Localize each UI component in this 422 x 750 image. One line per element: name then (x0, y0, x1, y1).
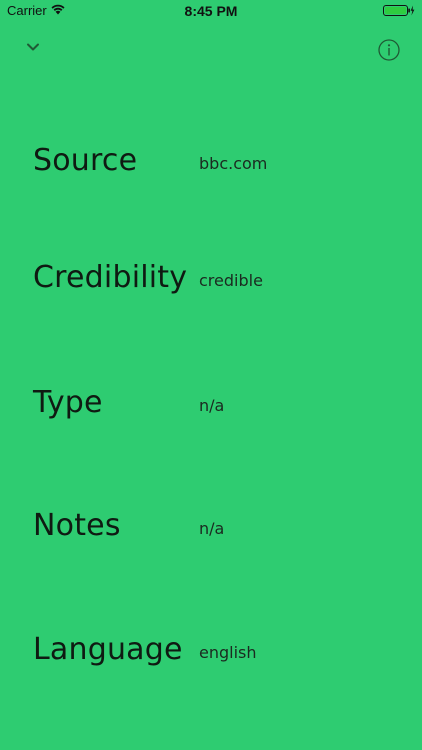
chevron-down-icon[interactable] (26, 42, 40, 52)
detail-row-type: Type n/a (33, 381, 393, 421)
type-value: n/a (199, 396, 225, 415)
battery-charging-icon (383, 5, 415, 16)
detail-row-source: Source bbc.com (33, 139, 393, 179)
source-label: Source (33, 143, 138, 178)
credibility-label: Credibility (33, 260, 188, 295)
status-bar: Carrier 8:45 PM (0, 0, 422, 22)
status-time: 8:45 PM (184, 3, 238, 19)
credibility-value: credible (199, 271, 263, 290)
notes-label: Notes (33, 508, 121, 543)
language-value: english (199, 643, 257, 662)
source-value: bbc.com (199, 154, 268, 173)
detail-row-notes: Notes n/a (33, 504, 393, 544)
detail-row-credibility: Credibility credible (33, 256, 393, 296)
language-label: Language (33, 632, 183, 667)
detail-row-language: Language english (33, 628, 393, 668)
notes-value: n/a (199, 519, 225, 538)
info-icon[interactable] (378, 39, 400, 61)
source-detail-screen: Carrier 8:45 PM Source bbc.com Credibili… (0, 0, 422, 750)
type-label: Type (33, 385, 103, 420)
